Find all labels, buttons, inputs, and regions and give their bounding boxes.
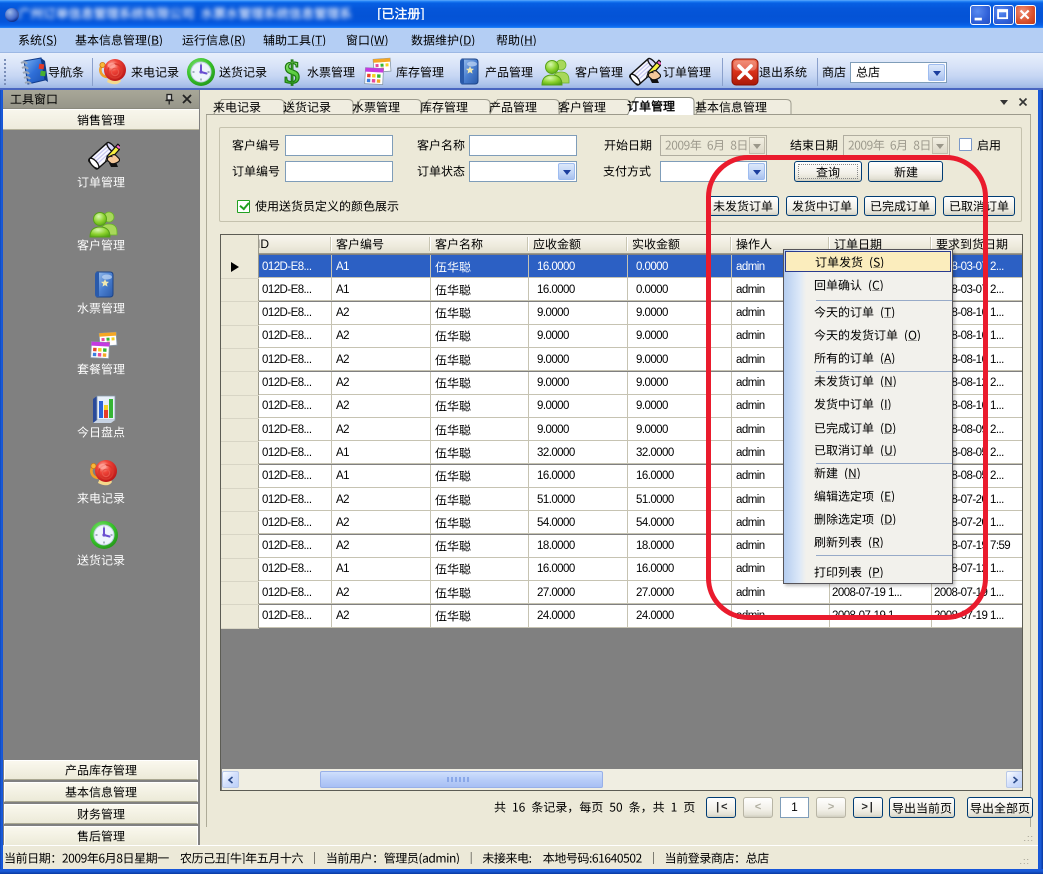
svg-text:$: $	[284, 56, 300, 88]
